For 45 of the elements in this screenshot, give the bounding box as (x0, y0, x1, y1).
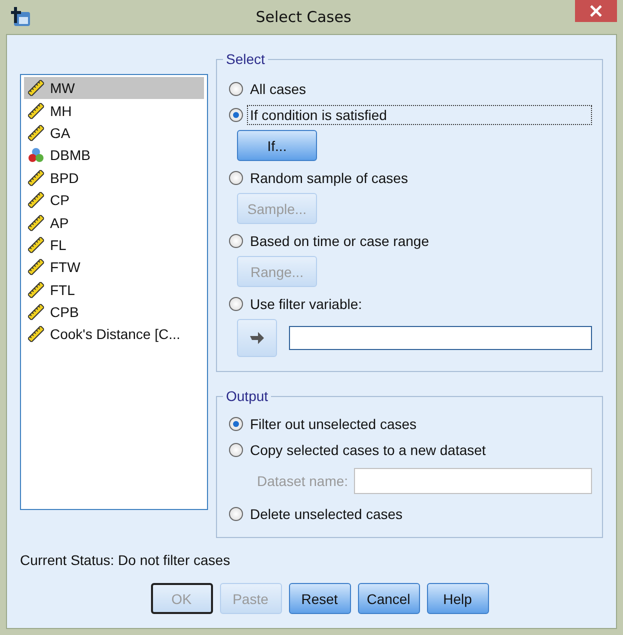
variable-item[interactable]: Cook's Distance [C... (24, 323, 204, 346)
dialog-button[interactable]: If... (237, 130, 317, 161)
close-icon (589, 4, 603, 18)
circles-icon (28, 147, 44, 164)
variable-item[interactable]: GA (24, 122, 204, 144)
close-button[interactable] (575, 0, 617, 22)
option-label[interactable]: Random sample of cases (247, 168, 411, 188)
group-title: Select (223, 51, 268, 67)
status-text: Current Status: Do not filter cases (20, 552, 232, 568)
dialog-button[interactable]: Help (426, 583, 488, 614)
variable-list[interactable]: MW MH GA DBMB BPD CP AP FL FTW FTL CPB Cook's Distance [C... (20, 74, 208, 510)
variable-item[interactable]: FTL (24, 278, 204, 301)
dialog-button[interactable]: Reset (288, 583, 350, 614)
window-title: Select Cases (254, 8, 352, 26)
arrow-icon (249, 331, 265, 345)
variable-item[interactable]: FL (24, 234, 204, 256)
option-label[interactable]: Use filter variable: (247, 294, 366, 314)
group-title: Output (223, 388, 272, 404)
radio-button[interactable] (229, 82, 243, 96)
option-label[interactable]: Delete unselected cases (247, 504, 406, 524)
radio-button[interactable] (229, 507, 243, 521)
variable-item[interactable]: DBMB (24, 144, 204, 167)
filter-variable-field[interactable] (289, 326, 592, 350)
radio-button[interactable] (229, 108, 243, 122)
option-label[interactable]: Copy selected cases to a new dataset (247, 440, 489, 460)
variable-item[interactable]: BPD (24, 166, 204, 189)
option-label[interactable]: All cases (247, 79, 310, 99)
option-label[interactable]: If condition is satisfied (247, 105, 592, 125)
variable-item[interactable]: AP (24, 211, 204, 234)
radio-button[interactable] (229, 443, 243, 457)
radio-button[interactable] (229, 234, 243, 248)
app-icon (10, 6, 32, 28)
dataset-name-field[interactable] (354, 468, 592, 494)
variable-item[interactable]: MH (24, 99, 204, 122)
variable-item[interactable]: MW (24, 77, 204, 100)
radio-button[interactable] (229, 171, 243, 185)
variable-item[interactable]: CP (24, 188, 204, 212)
variable-item[interactable]: FTW (24, 256, 204, 279)
radio-button[interactable] (229, 417, 243, 431)
dialog-button[interactable]: Cancel (358, 583, 420, 614)
option-label[interactable]: Based on time or case range (247, 231, 432, 251)
field-label: Dataset name: (257, 473, 348, 489)
variable-item[interactable]: CPB (24, 300, 204, 324)
radio-button[interactable] (229, 297, 243, 311)
option-label[interactable]: Filter out unselected cases (247, 414, 420, 434)
